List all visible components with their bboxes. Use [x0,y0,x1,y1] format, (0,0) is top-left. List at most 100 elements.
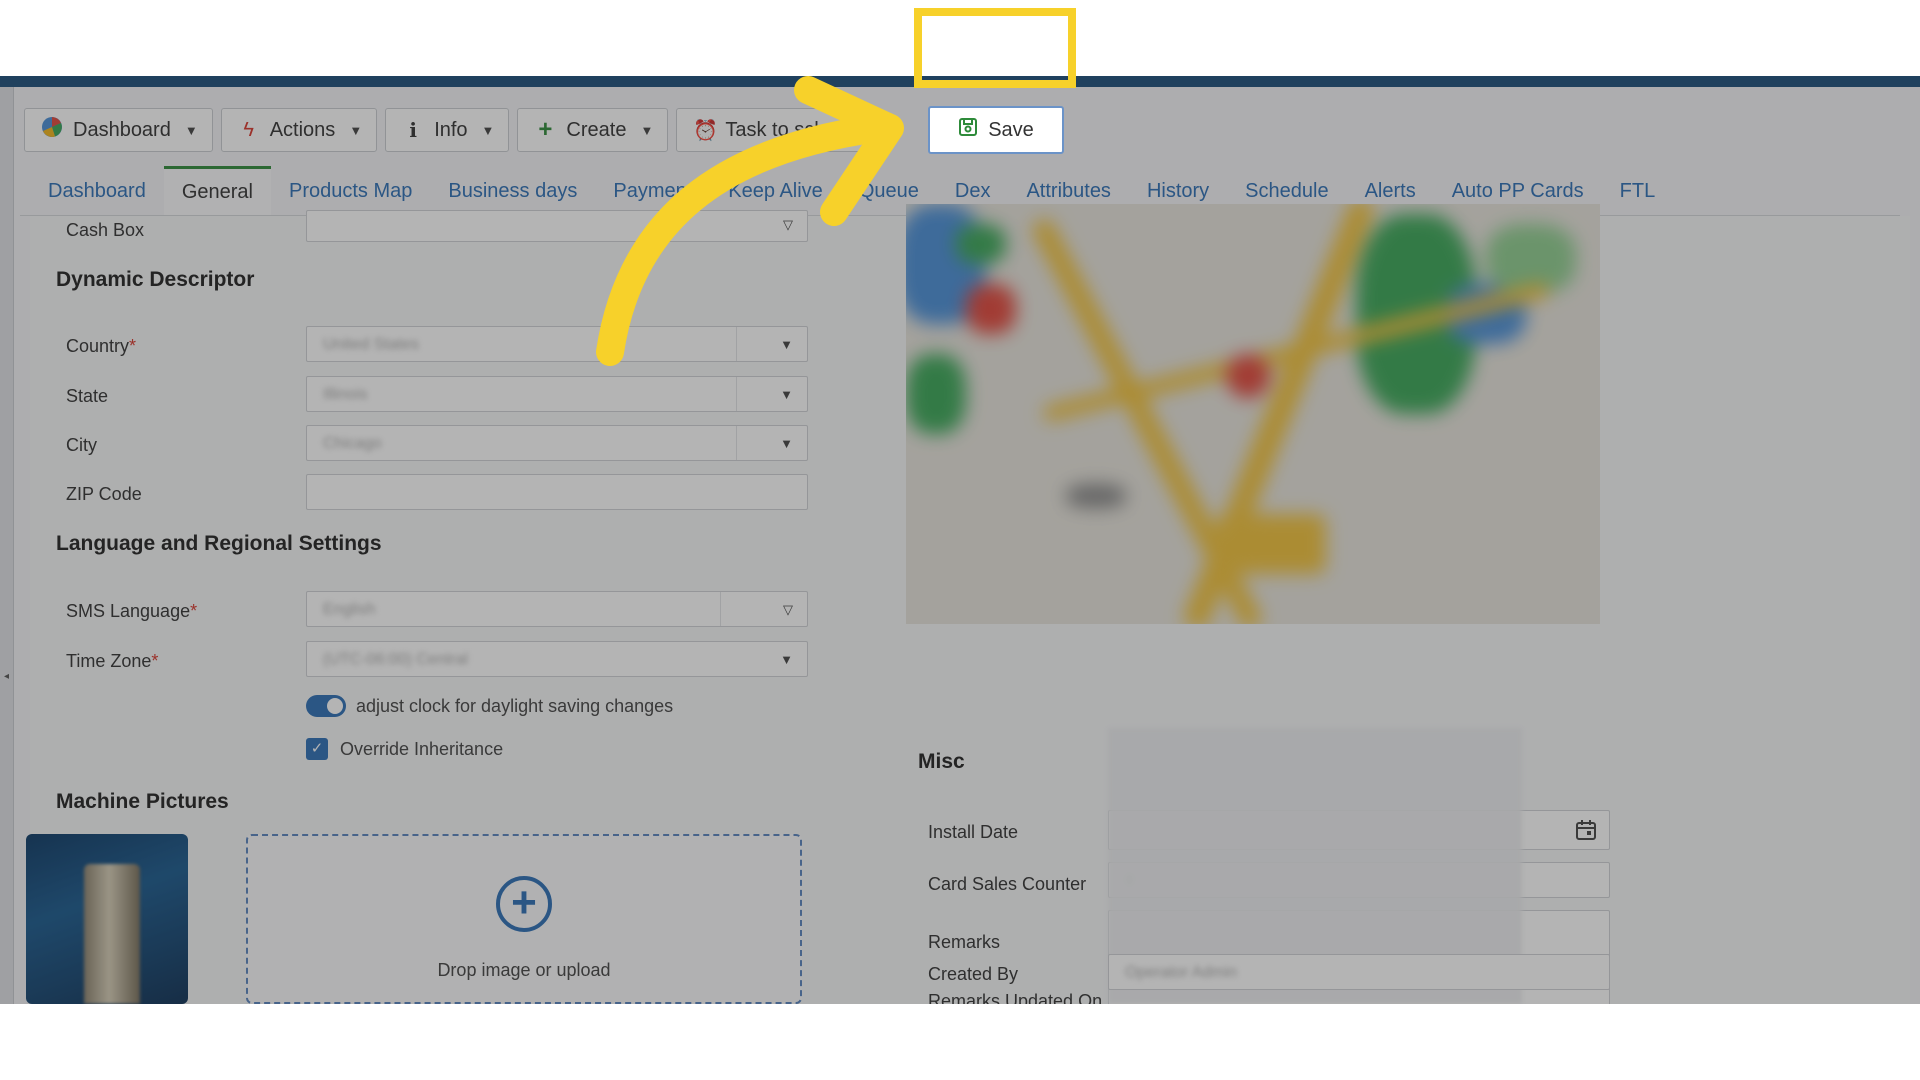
image-dropzone[interactable]: + Drop image or upload [246,834,802,1004]
toolbar: Dashboard ▼ ϟ Actions ▼ i Info ▼ + Creat… [24,108,877,152]
required-mark: * [129,336,137,356]
state-value: Illinois [323,386,368,403]
select-separator [736,426,737,460]
dashboard-menu-button[interactable]: Dashboard ▼ [24,108,213,152]
remarks-updated-on-label: Remarks Updated On [928,991,1103,1004]
sms-language-value: English [323,601,376,618]
actions-menu-label: Actions [269,118,336,141]
created-by-label: Created By [928,964,1019,984]
daylight-saving-label: adjust clock for daylight saving changes [356,696,674,716]
chevron-down-icon: ▼ [184,122,198,138]
chevron-down-icon: ▼ [780,387,793,402]
chevron-down-icon: ▼ [780,436,793,451]
task-to-schedule-label: Task to schedule [725,118,875,141]
calendar-icon[interactable] [1575,819,1597,846]
save-button[interactable]: Save [928,106,1064,154]
app-window: ◂ Dashboard ▼ ϟ Actions ▼ i Info ▼ + Cre… [0,76,1920,1004]
map-region [906,354,966,434]
tab-dashboard[interactable]: Dashboard [30,166,164,216]
tab-payment[interactable]: Payment [595,166,710,216]
map-region [956,224,1006,264]
actions-menu-button[interactable]: ϟ Actions ▼ [220,108,378,152]
cash-box-select[interactable]: ▽ [306,210,808,242]
map-region [966,284,1016,334]
create-menu-label: Create [566,118,627,141]
override-inheritance-checkbox[interactable]: ✓ [306,738,328,760]
screenshot-stage: ◂ Dashboard ▼ ϟ Actions ▼ i Info ▼ + Cre… [0,0,1920,1080]
language-regional-heading: Language and Regional Settings [56,532,382,555]
dynamic-descriptor-heading: Dynamic Descriptor [56,268,255,291]
map-label [1066,484,1126,508]
card-sales-counter-label: Card Sales Counter [928,874,1087,894]
required-mark: * [151,651,159,671]
state-label: State [66,386,109,406]
checkmark-icon: ✓ [310,740,324,757]
select-separator [736,377,737,411]
map-tiles [906,204,1600,624]
save-icon [958,117,978,143]
tab-business-days[interactable]: Business days [430,166,595,216]
create-menu-button[interactable]: + Create ▼ [517,108,669,152]
toggle-knob [327,698,343,714]
pie-chart-icon [41,116,63,144]
map-region [1486,224,1576,294]
remarks-label: Remarks [928,932,1001,952]
chevron-down-icon: ▼ [640,122,654,138]
machine-picture-thumbnail[interactable] [26,834,188,1004]
info-icon: i [409,118,417,142]
country-label: Country* [66,336,136,357]
plus-icon: + [538,116,553,143]
state-select[interactable]: Illinois ▼ [306,376,808,412]
left-collapse-strip[interactable]: ◂ [0,87,14,1004]
city-select[interactable]: Chicago ▼ [306,425,808,461]
info-menu-button[interactable]: i Info ▼ [385,108,510,152]
task-to-schedule-button[interactable]: ⏰ Task to schedule [676,108,877,152]
country-value: United States [323,336,420,353]
add-circle-icon[interactable]: + [496,876,552,932]
chevron-down-icon: ▼ [481,122,495,138]
location-map[interactable] [906,204,1600,624]
country-select[interactable]: United States ▼ [306,326,808,362]
chevron-down-icon: ▽ [783,217,793,232]
chevron-down-icon: ▼ [780,652,793,667]
collapse-arrow-icon[interactable]: ◂ [4,671,9,682]
country-label-text: Country [66,336,130,356]
chevron-down-icon: ▼ [780,337,793,352]
time-zone-label-text: Time Zone [66,651,152,671]
map-road [1216,514,1326,574]
drop-image-text: Drop image or upload [437,960,611,980]
alarm-clock-icon: ⏰ [693,119,719,142]
select-separator [736,327,737,361]
zip-code-input[interactable] [306,474,808,510]
created-by-value: Operator Admin [1125,964,1238,981]
tab-general[interactable]: General [163,166,271,216]
time-zone-value: (UTC-06:00) Central [323,651,468,668]
sms-language-label: SMS Language* [66,601,197,622]
chevron-down-icon: ▽ [783,602,793,617]
select-separator [720,592,721,626]
save-highlight-frame [914,8,1076,88]
lightning-icon: ϟ [243,118,255,141]
city-label: City [66,435,97,455]
daylight-saving-toggle[interactable] [306,695,346,717]
override-inheritance-label: Override Inheritance [340,739,504,759]
sms-language-select[interactable]: English ▽ [306,591,808,627]
city-value: Chicago [323,435,382,452]
created-by-input[interactable]: Operator Admin [1108,954,1610,990]
cash-box-label: Cash Box [66,220,145,240]
info-menu-label: Info [434,118,468,141]
sms-language-label-text: SMS Language [66,601,191,621]
machine-image [84,864,140,1004]
save-button-label: Save [988,118,1034,141]
chevron-down-icon: ▼ [349,122,363,138]
dashboard-menu-label: Dashboard [73,118,171,141]
tab-ftl[interactable]: FTL [1602,166,1674,216]
time-zone-select[interactable]: (UTC-06:00) Central ▼ [306,641,808,677]
zip-code-label: ZIP Code [66,484,142,504]
tab-products-map[interactable]: Products Map [271,166,430,216]
machine-pictures-heading: Machine Pictures [56,790,229,813]
map-pin-icon [1226,354,1270,398]
time-zone-label: Time Zone* [66,651,158,672]
tab-keep-alive[interactable]: Keep Alive [710,166,841,216]
misc-heading: Misc [918,750,965,773]
